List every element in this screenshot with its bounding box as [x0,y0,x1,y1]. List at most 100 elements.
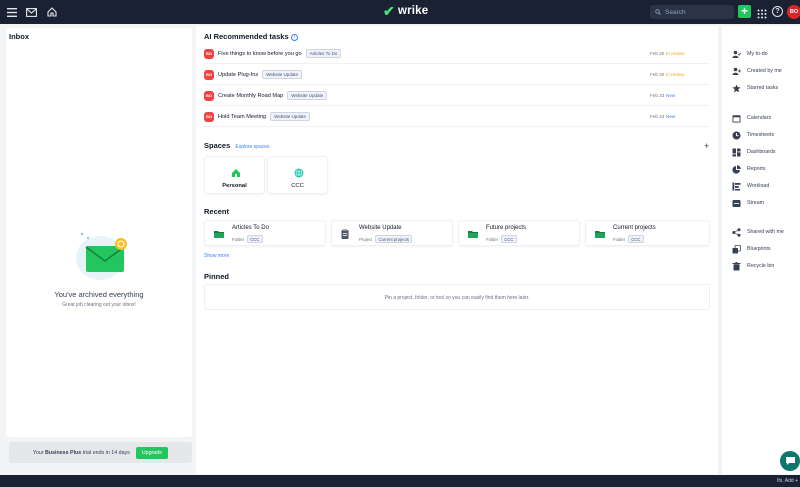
sidebar-item-my-to-do[interactable]: My to-do [732,48,768,60]
main-content: AI Recommended tasks i BO Five things to … [196,26,718,474]
sidebar-item-dashboards[interactable]: Dashboards [732,146,776,158]
recent-item-space[interactable]: CCC [501,235,517,243]
star-icon [732,83,741,93]
task-name[interactable]: Update Plug-Ins [218,72,258,78]
new-item-button[interactable]: + [738,5,751,18]
help-icon[interactable]: ? [772,6,783,17]
right-sidebar: My to-do Created by me Starred tasks Cal… [722,26,800,474]
recent-item-kind: Folder [486,236,499,242]
search-input[interactable] [665,8,731,16]
task-row[interactable]: BO Hold Team Meeting Website Update Feb … [204,107,710,127]
space-card-ccc[interactable]: CCC [267,156,328,194]
task-row[interactable]: BO Five things to know before you go Art… [204,44,710,64]
home-icon [232,169,240,177]
sidebar-item-stream[interactable]: Stream [732,197,764,209]
sidebar-item-label: Workload [747,183,770,189]
task-status: New [666,93,676,98]
search-box[interactable] [650,5,734,19]
globe-icon [294,168,304,178]
space-name: Personal [222,183,247,189]
task-tag[interactable]: Articles To Do [305,49,342,58]
task-name[interactable]: Create Monthly Road Map [218,93,283,99]
task-name[interactable]: Five things to know before you go [218,51,302,57]
folder-icon [214,231,224,238]
task-status: In review [666,51,685,56]
assignee-badge: BO [204,69,214,80]
sidebar-item-label: Timesheets [747,132,775,138]
stream-icon [732,199,741,208]
recent-item-name: Future projects [486,225,527,231]
pie-chart-icon [732,164,741,174]
menu-icon[interactable] [6,7,17,18]
task-date: Feb 23 [650,114,665,119]
sidebar-item-starred-tasks[interactable]: Starred tasks [732,82,778,94]
recent-item[interactable]: Articles To Do Folder CCC [204,220,326,246]
blueprint-icon [732,244,741,254]
sidebar-item-timesheets[interactable]: Timesheets [732,129,774,141]
empty-inbox-envelope-icon [76,233,127,280]
folder-icon [468,231,478,238]
recent-item-kind: Folder [232,236,245,242]
user-check-icon [732,50,741,59]
task-row[interactable]: BO Update Plug-Ins Website Update Feb 20… [204,65,710,85]
assignee-badge: BO [204,90,214,101]
top-bar: ✔ wrike + ? BO [0,0,800,24]
sidebar-item-shared-with-me[interactable]: Shared with me [732,226,784,238]
recent-item[interactable]: Website Update Project Current projects [331,220,453,246]
brand-name: wrike [397,5,429,17]
sidebar-item-workload[interactable]: Workload [732,180,769,192]
wrike-logo[interactable]: ✔ wrike [383,4,428,18]
explore-spaces-link[interactable]: Explore spaces [235,144,269,150]
task-tag[interactable]: Website Update [287,91,328,100]
user-avatar[interactable]: BO [787,5,800,19]
search-icon [655,9,661,15]
project-icon [341,229,349,239]
sidebar-item-label: Recycle bin [747,263,775,269]
upgrade-button[interactable]: Upgrade [135,446,169,459]
apps-grid-icon[interactable] [757,6,767,19]
checkmark-logo-icon: ✔ [383,3,395,19]
empty-inbox-title: You've archived everything [54,290,144,299]
task-tag[interactable]: Website Update [262,70,303,79]
sidebar-item-created-by-me[interactable]: Created by me [732,65,782,77]
recent-item[interactable]: Future projects Folder CCC [458,220,580,246]
space-card-personal[interactable]: Personal [204,156,265,194]
task-date: Feb 23 [650,93,665,98]
spaces-title: Spaces Explore spaces [204,141,270,150]
sidebar-item-reports[interactable]: Reports [732,163,766,175]
trash-icon [732,261,741,271]
recent-item-space[interactable]: CCC [247,235,263,243]
bottom-corner-text: Ifs. Add + [777,478,798,484]
assignee-badge: BO [204,48,214,59]
chat-bubble-icon [785,457,795,465]
chat-button[interactable] [780,451,800,471]
recent-item-name: Current projects [613,225,656,231]
recent-item-space[interactable]: Current projects [375,235,412,243]
task-row[interactable]: BO Create Monthly Road Map Website Updat… [204,86,710,106]
sidebar-item-label: Shared with me [747,229,784,235]
task-tag[interactable]: Website Update [270,112,311,121]
task-name[interactable]: Hold Team Meeting [218,114,266,120]
recent-item-space[interactable]: CCC [628,235,644,243]
sidebar-item-blueprints[interactable]: Blueprints [732,243,771,255]
add-space-button[interactable]: + [704,141,709,151]
mail-icon[interactable] [26,7,37,18]
ai-tasks-title: AI Recommended tasks i [204,32,298,41]
clock-icon [732,131,741,140]
sidebar-item-recycle-bin[interactable]: Recycle bin [732,260,774,272]
pinned-empty-state: Pin a project, folder, or tool so you ca… [204,284,710,310]
recent-item[interactable]: Current projects Folder CCC [585,220,710,246]
empty-inbox-subtitle: Great job clearing out your inbox! [62,302,136,308]
show-more-link[interactable]: Show more [204,253,229,259]
sidebar-item-calendars[interactable]: Calendars [732,112,771,124]
task-status: In review [666,72,685,77]
task-date: Feb 20 [650,51,665,56]
folder-icon [595,231,605,238]
recent-item-kind: Project [359,236,373,242]
sidebar-item-label: Starred tasks [747,85,779,91]
task-date: Feb 20 [650,72,665,77]
home-icon[interactable] [46,7,57,18]
trial-banner: Your Business Plus trial ends in 14 days… [9,442,192,463]
pinned-title: Pinned [204,272,230,281]
info-icon[interactable]: i [290,34,298,41]
